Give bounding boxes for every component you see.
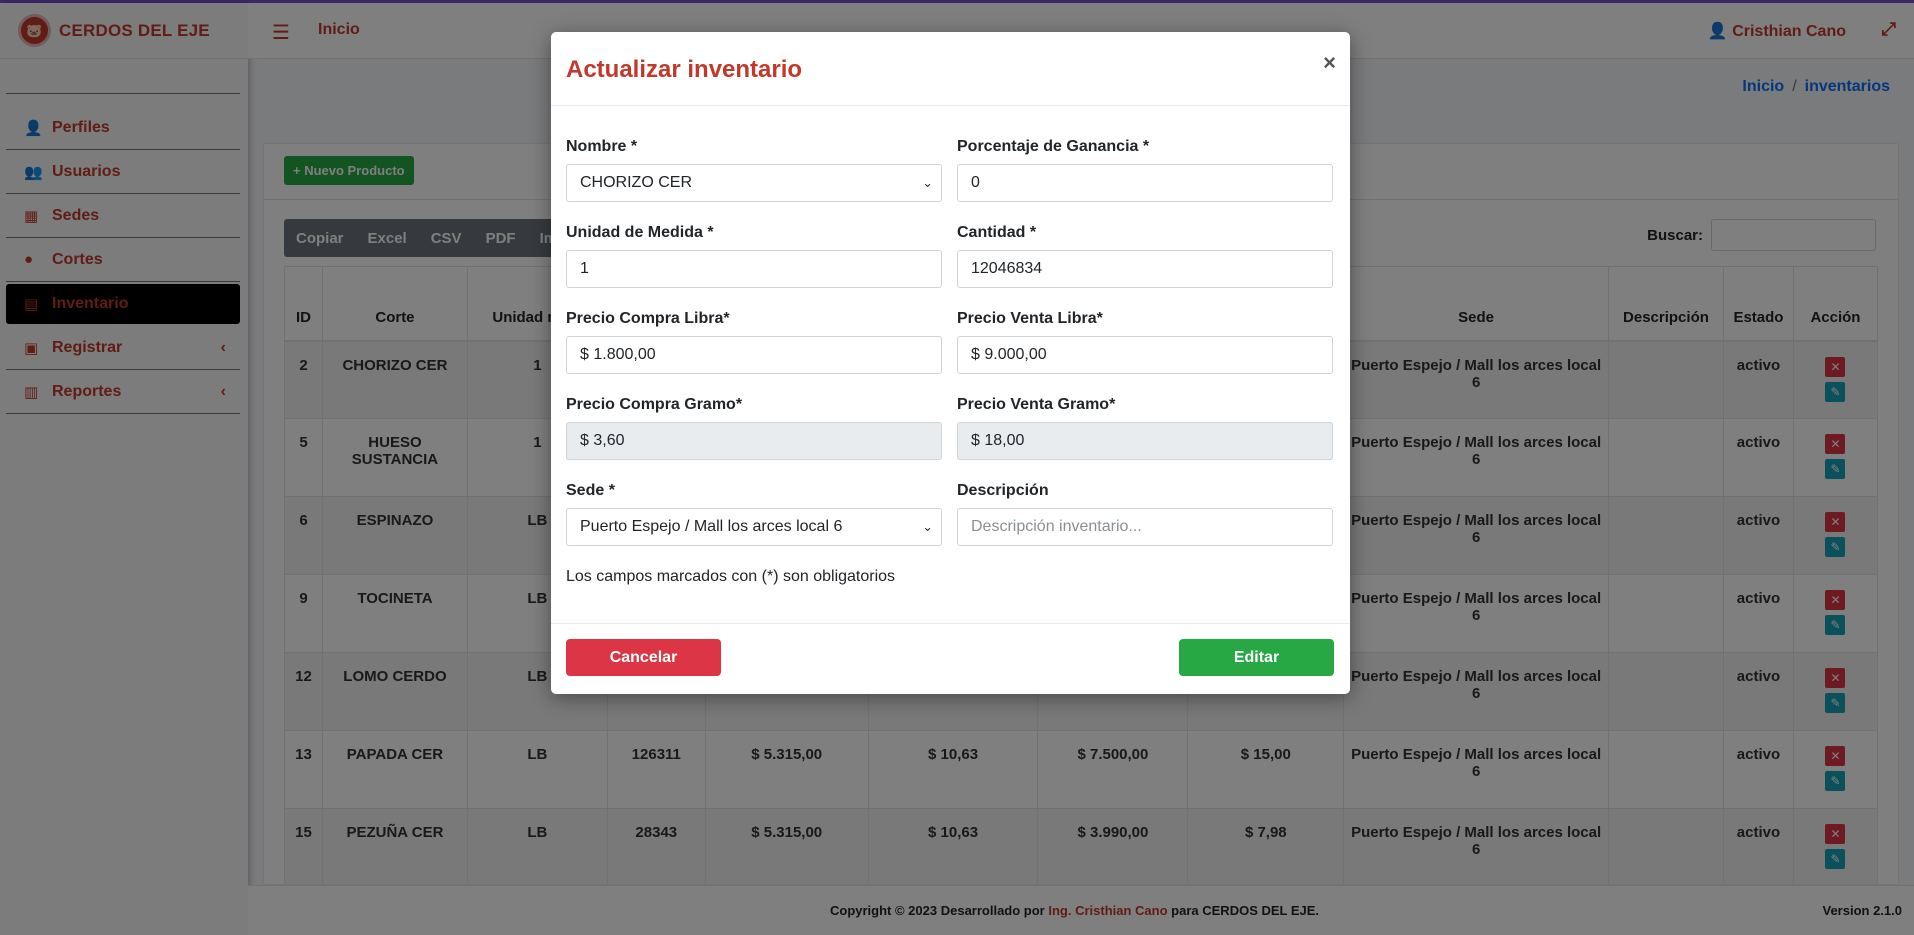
descripcion-placeholder: Descripción inventario... [971,518,1142,535]
pcg-label: Precio Compra Gramo* [566,396,743,413]
pvg-label: Precio Venta Gramo* [957,396,1116,413]
descripcion-input[interactable]: Descripción inventario... [957,508,1333,546]
sede-value: Puerto Espejo / Mall los arces local 6 [580,518,843,535]
close-icon[interactable]: × [1323,50,1336,76]
cantidad-input[interactable]: 12046834 [957,250,1333,288]
unidad-label: Unidad de Medida * [566,224,714,241]
nombre-select[interactable]: CHORIZO CER ⌄ [566,164,942,202]
pcg-input: $ 3,60 [566,422,942,460]
pcg-field: Precio Compra Gramo* $ 3,60 [566,396,942,460]
pcg-value: $ 3,60 [580,432,625,449]
required-note: Los campos marcados con (*) son obligato… [566,568,896,585]
descripcion-field: Descripción Descripción inventario... [957,482,1333,546]
nombre-value: CHORIZO CER [580,174,692,191]
pvl-label: Precio Venta Libra* [957,310,1103,327]
ganancia-field: Porcentaje de Ganancia * 0 [957,138,1333,202]
modal-header: Actualizar inventario × [551,32,1350,106]
modal-footer: Cancelar Editar [551,623,1350,694]
ganancia-value: 0 [971,174,980,191]
cantidad-label: Cantidad * [957,224,1037,241]
pcl-field: Precio Compra Libra* $ 1.800,00 [566,310,942,374]
update-inventory-modal: Actualizar inventario × Nombre * CHORIZO… [551,32,1350,694]
pvl-value: $ 9.000,00 [971,346,1047,363]
sede-field: Sede * Puerto Espejo / Mall los arces lo… [566,482,942,546]
pcl-label: Precio Compra Libra* [566,310,730,327]
pvg-input: $ 18,00 [957,422,1333,460]
sede-label: Sede * [566,482,615,499]
cantidad-field: Cantidad * 12046834 [957,224,1333,288]
unidad-input[interactable]: 1 [566,250,942,288]
cancel-button[interactable]: Cancelar [566,639,721,676]
chevron-down-icon: ⌄ [922,519,933,534]
pcl-input[interactable]: $ 1.800,00 [566,336,942,374]
ganancia-input[interactable]: 0 [957,164,1333,202]
ganancia-label: Porcentaje de Ganancia * [957,138,1150,155]
sede-select[interactable]: Puerto Espejo / Mall los arces local 6 ⌄ [566,508,942,546]
pvg-value: $ 18,00 [971,432,1025,449]
pvl-field: Precio Venta Libra* $ 9.000,00 [957,310,1333,374]
nombre-field: Nombre * CHORIZO CER ⌄ [566,138,942,202]
pvl-input[interactable]: $ 9.000,00 [957,336,1333,374]
edit-button[interactable]: Editar [1179,639,1334,676]
pvg-field: Precio Venta Gramo* $ 18,00 [957,396,1333,460]
unidad-value: 1 [580,260,589,277]
modal-title: Actualizar inventario [566,56,803,83]
cantidad-value: 12046834 [971,260,1043,277]
descripcion-label: Descripción [957,482,1049,499]
chevron-down-icon: ⌄ [922,175,933,190]
nombre-label: Nombre * [566,138,638,155]
unidad-field: Unidad de Medida * 1 [566,224,942,288]
pcl-value: $ 1.800,00 [580,346,656,363]
